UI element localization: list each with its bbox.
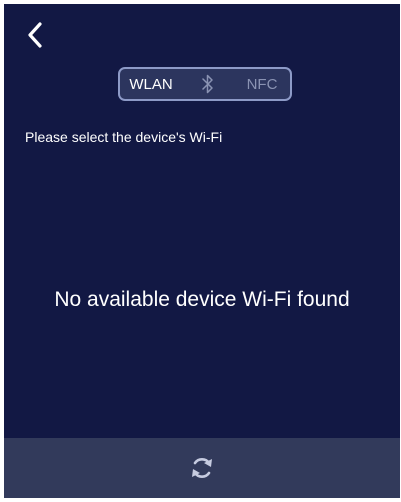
connection-mode-switch: WLAN NFC [118, 67, 292, 101]
back-button[interactable] [22, 20, 48, 50]
bluetooth-tab[interactable] [182, 69, 234, 99]
instruction-text: Please select the device's Wi-Fi [25, 129, 223, 145]
wifi-select-screen: WLAN NFC Please select the device's Wi-F… [4, 4, 400, 498]
refresh-icon [192, 458, 212, 478]
wlan-tab-label: WLAN [129, 75, 173, 93]
bluetooth-icon [202, 74, 213, 94]
nfc-tab[interactable]: NFC [234, 69, 290, 99]
chevron-left-icon [28, 22, 42, 48]
empty-state-message: No available device Wi-Fi found [54, 288, 350, 311]
wlan-tab[interactable]: WLAN [120, 69, 182, 99]
bottom-bar [4, 438, 400, 498]
refresh-button[interactable] [185, 451, 219, 485]
nfc-tab-label: NFC [246, 75, 278, 93]
